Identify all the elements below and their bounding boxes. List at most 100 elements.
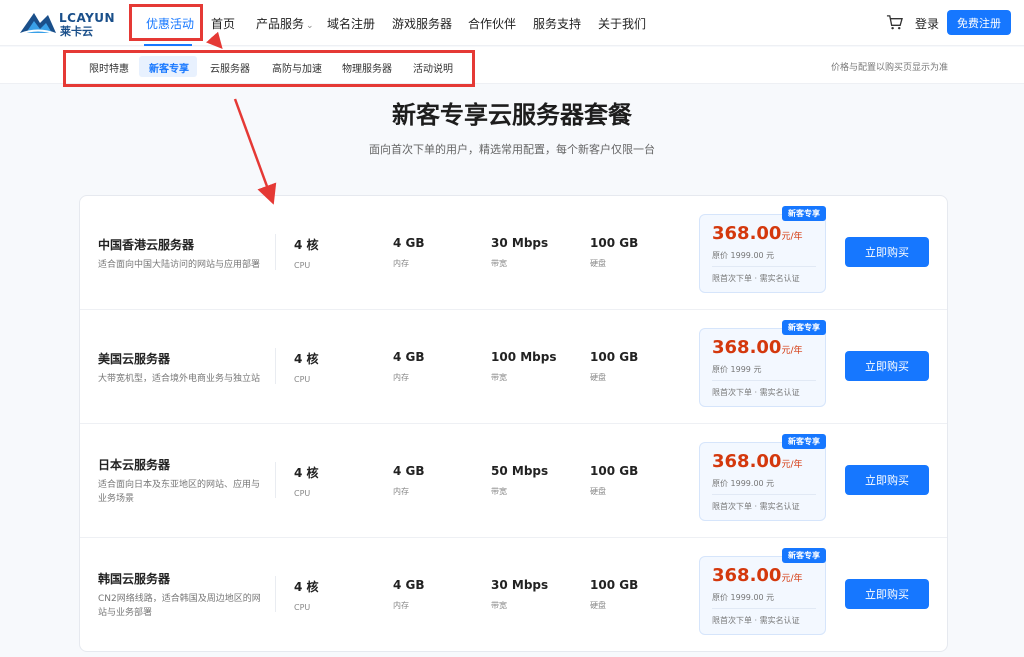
purchase-limit: 限首次下单 · 需实名认证 — [712, 388, 800, 397]
plan-desc: 大带宽机型，适合境外电商业务与独立站 — [98, 374, 261, 384]
spec-memory: 4 GB 内存 — [393, 236, 425, 269]
price-amount: 368.00 — [712, 565, 782, 586]
spec-disk-label: 硬盘 — [590, 259, 606, 268]
plan-name: 美国云服务器 — [98, 352, 171, 366]
page-title: 新客专享云服务器套餐 — [392, 101, 632, 129]
nav-item-partners[interactable]: 合作伙伴 — [468, 15, 516, 32]
spec-cpu-label: CPU — [294, 603, 311, 612]
spec-bandwidth-value: 50 Mbps — [491, 464, 549, 478]
plan-desc: 适合面向日本及东亚地区的网站、应用与业务场景 — [98, 480, 261, 504]
original-price: 原价 1999.00 元 — [712, 479, 775, 488]
spec-disk: 100 GB 硬盘 — [590, 464, 638, 497]
nav-item-game-servers[interactable]: 游戏服务器 — [392, 15, 452, 32]
plan-row: 中国香港云服务器 适合面向中国大陆访问的网站与应用部署 4 核 CPU 4 GB 内… — [80, 196, 947, 310]
price-card: 368.00元/年 原价 1999.00 元 限首次下单 · 需实名认证 — [699, 214, 826, 293]
new-customer-badge: 新客专享 — [782, 206, 826, 221]
cart-icon[interactable] — [886, 14, 903, 31]
spec-cpu: 4 核 CPU — [294, 350, 319, 384]
price: 368.00元/年 — [712, 565, 803, 586]
plan-desc: CN2网络线路，适合韩国及周边地区的网站与业务部署 — [98, 594, 261, 618]
nav-item-products-label: 产品服务 — [256, 17, 305, 31]
spec-cpu-value: 4 核 — [294, 238, 319, 252]
spec-memory: 4 GB 内存 — [393, 464, 425, 497]
price-card: 368.00元/年 原价 1999 元 限首次下单 · 需实名认证 — [699, 328, 826, 407]
divider — [712, 608, 816, 609]
purchase-limit: 限首次下单 · 需实名认证 — [712, 502, 800, 511]
spec-memory-value: 4 GB — [393, 464, 425, 478]
divider — [712, 266, 816, 267]
spec-cpu-value: 4 核 — [294, 466, 319, 480]
price-amount: 368.00 — [712, 223, 782, 244]
spec-memory-label: 内存 — [393, 259, 409, 268]
original-price: 原价 1999.00 元 — [712, 593, 775, 602]
register-button[interactable]: 免费注册 — [947, 10, 1011, 35]
annotation-box-promotions — [129, 4, 203, 41]
plan-name: 中国香港云服务器 — [98, 238, 195, 252]
spec-bandwidth-value: 30 Mbps — [491, 578, 549, 592]
plan-row: 美国云服务器 大带宽机型，适合境外电商业务与独立站 4 核 CPU 4 GB 内存 … — [80, 310, 947, 424]
spec-disk-label: 硬盘 — [590, 601, 606, 610]
brand-logo[interactable]: LCAYUN 莱卡云 — [18, 9, 115, 38]
spec-bandwidth-value: 100 Mbps — [491, 350, 557, 364]
original-price: 原价 1999.00 元 — [712, 251, 775, 260]
spec-cpu-value: 4 核 — [294, 580, 319, 594]
spec-disk-label: 硬盘 — [590, 373, 606, 382]
price-amount: 368.00 — [712, 451, 782, 472]
divider — [712, 380, 816, 381]
chevron-down-icon: ⌄ — [306, 21, 314, 31]
logo-mark-icon — [19, 13, 57, 35]
spec-memory-label: 内存 — [393, 601, 409, 610]
original-price: 原价 1999 元 — [712, 365, 762, 374]
spec-cpu-label: CPU — [294, 489, 311, 498]
buy-now-button[interactable]: 立即购买 — [845, 237, 929, 267]
spec-memory: 4 GB 内存 — [393, 350, 425, 383]
price: 368.00元/年 — [712, 337, 803, 358]
divider — [275, 234, 276, 270]
price: 368.00元/年 — [712, 223, 803, 244]
purchase-limit: 限首次下单 · 需实名认证 — [712, 274, 800, 283]
spec-bandwidth-label: 带宽 — [491, 487, 507, 496]
spec-memory-label: 内存 — [393, 487, 409, 496]
new-customer-badge: 新客专享 — [782, 434, 826, 449]
plans-table: 中国香港云服务器 适合面向中国大陆访问的网站与应用部署 4 核 CPU 4 GB 内… — [79, 195, 948, 652]
spec-memory-value: 4 GB — [393, 578, 425, 592]
buy-now-button[interactable]: 立即购买 — [845, 351, 929, 381]
spec-bandwidth-label: 带宽 — [491, 373, 507, 382]
price-card: 368.00元/年 原价 1999.00 元 限首次下单 · 需实名认证 — [699, 442, 826, 521]
plan-name: 日本云服务器 — [98, 458, 171, 472]
spec-cpu: 4 核 CPU — [294, 236, 319, 270]
plan-name: 韩国云服务器 — [98, 572, 171, 586]
nav-item-home[interactable]: 首页 — [211, 15, 235, 32]
nav-item-support[interactable]: 服务支持 — [533, 15, 581, 32]
spec-memory-value: 4 GB — [393, 236, 425, 250]
spec-bandwidth-value: 30 Mbps — [491, 236, 549, 250]
plan-desc: 适合面向中国大陆访问的网站与应用部署 — [98, 260, 261, 270]
spec-disk-value: 100 GB — [590, 236, 639, 250]
divider — [275, 462, 276, 498]
spec-memory-label: 内存 — [393, 373, 409, 382]
plan-row: 日本云服务器 适合面向日本及东亚地区的网站、应用与业务场景 4 核 CPU 4 G… — [80, 424, 947, 538]
buy-now-button[interactable]: 立即购买 — [845, 579, 929, 609]
price-amount: 368.00 — [712, 337, 782, 358]
spec-disk-label: 硬盘 — [590, 487, 606, 496]
page-subtitle: 面向首次下单的用户，精选常用配置，每个新客户仅限一台 — [369, 143, 655, 156]
nav-item-about[interactable]: 关于我们 — [598, 15, 646, 32]
spec-bandwidth: 30 Mbps 带宽 — [491, 236, 548, 269]
spec-memory: 4 GB 内存 — [393, 578, 425, 611]
spec-bandwidth: 100 Mbps 带宽 — [491, 350, 557, 383]
price-note: 价格与配置以购买页显示为准 — [830, 63, 948, 73]
nav-item-domains[interactable]: 域名注册 — [327, 15, 375, 32]
purchase-limit: 限首次下单 · 需实名认证 — [712, 616, 800, 625]
nav-item-products[interactable]: 产品服务 ⌄ — [256, 15, 314, 32]
spec-cpu: 4 核 CPU — [294, 578, 319, 612]
price-unit: 元/年 — [781, 232, 803, 242]
price-card: 368.00元/年 原价 1999.00 元 限首次下单 · 需实名认证 — [699, 556, 826, 635]
spec-cpu-value: 4 核 — [294, 352, 319, 366]
buy-now-button[interactable]: 立即购买 — [845, 465, 929, 495]
price-unit: 元/年 — [781, 574, 803, 584]
divider — [275, 576, 276, 612]
spec-disk: 100 GB 硬盘 — [590, 236, 638, 269]
price: 368.00元/年 — [712, 451, 803, 472]
spec-bandwidth-label: 带宽 — [491, 259, 507, 268]
login-link[interactable]: 登录 — [915, 15, 939, 32]
